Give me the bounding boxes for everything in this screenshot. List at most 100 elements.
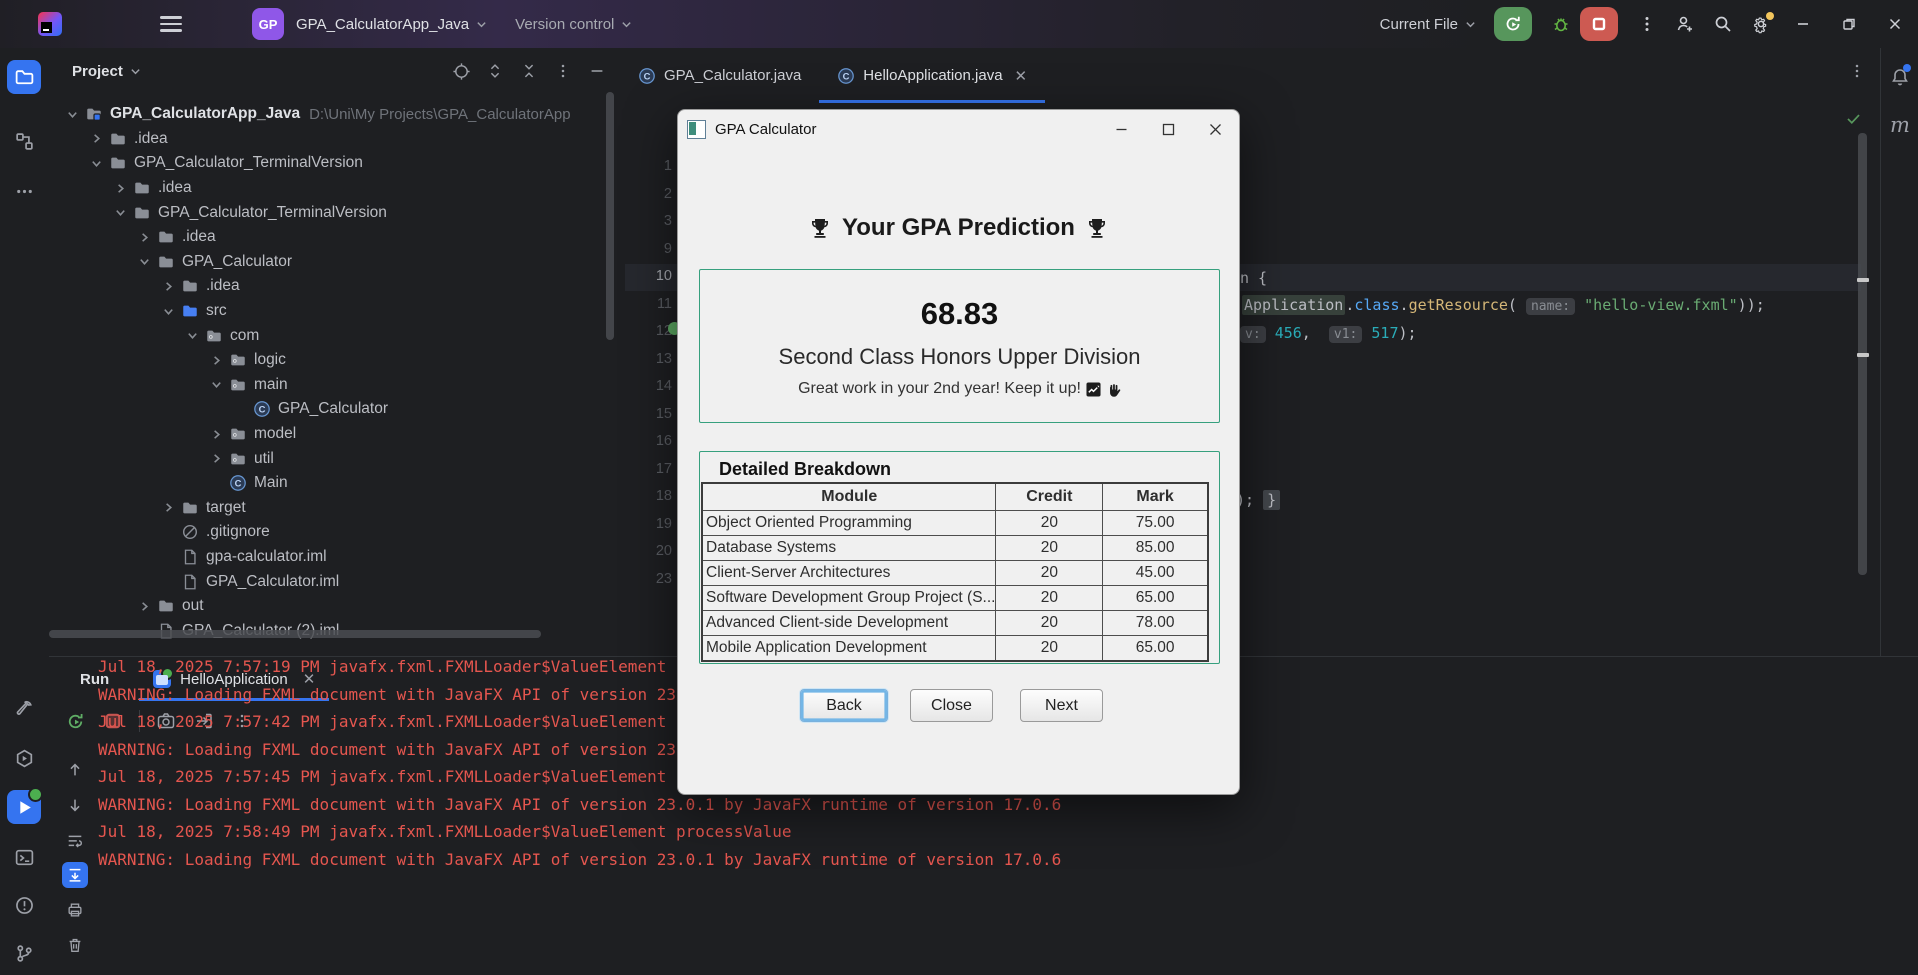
- tree-item-gpa-calculator-iml[interactable]: gpa-calculator.iml: [49, 545, 620, 570]
- tree-item-gpa-calculator[interactable]: GPA_Calculator: [49, 250, 620, 275]
- locate-file-button[interactable]: [450, 60, 472, 82]
- tree-item--idea[interactable]: .idea: [49, 225, 620, 250]
- window-close-button[interactable]: [1872, 0, 1918, 48]
- tree-item--gitignore[interactable]: .gitignore: [49, 520, 620, 545]
- table-row[interactable]: Client-Server Architectures 20 45.00: [701, 560, 1209, 586]
- chevron-down-icon[interactable]: [207, 376, 225, 394]
- clear-console-button[interactable]: [62, 932, 88, 958]
- dialog-minimize-button[interactable]: [1098, 110, 1145, 148]
- tree-item-com[interactable]: com: [49, 323, 620, 348]
- chevron-right-icon[interactable]: [207, 351, 225, 369]
- tree-item-gpa-calculator-terminalversion[interactable]: GPA_Calculator_TerminalVersion: [49, 151, 620, 176]
- chevron-right-icon[interactable]: [159, 277, 177, 295]
- window-restore-button[interactable]: [1826, 0, 1872, 48]
- build-tool-button[interactable]: [7, 691, 41, 725]
- tree-item-main[interactable]: C Main: [49, 471, 620, 496]
- table-row[interactable]: Object Oriented Programming 20 75.00: [701, 510, 1209, 536]
- tree-item-out[interactable]: out: [49, 594, 620, 619]
- tree-item-util[interactable]: util: [49, 446, 620, 471]
- modules-table[interactable]: Module Credit Mark Object Oriented Programm…: [701, 482, 1209, 662]
- dialog-close-button[interactable]: [1192, 110, 1239, 148]
- table-row[interactable]: Advanced Client-side Development 20 78.00: [701, 610, 1209, 636]
- next-occurrence-button[interactable]: [62, 792, 88, 818]
- code-with-me-button[interactable]: [1666, 7, 1704, 41]
- project-tool-button[interactable]: [7, 60, 41, 94]
- more-tool-windows-button[interactable]: [7, 174, 41, 208]
- project-vertical-scrollbar[interactable]: [606, 92, 614, 340]
- tree-item-src[interactable]: src: [49, 299, 620, 324]
- tree-item--idea[interactable]: .idea: [49, 176, 620, 201]
- chevron-down-icon[interactable]: [135, 253, 153, 271]
- file-icon: [180, 547, 199, 566]
- notifications-button[interactable]: [1881, 60, 1918, 94]
- close-icon[interactable]: ✕: [1015, 67, 1028, 85]
- hide-panel-button[interactable]: [586, 60, 608, 82]
- debug-button[interactable]: [1542, 7, 1580, 41]
- structure-tool-button[interactable]: [7, 124, 41, 158]
- print-button[interactable]: [62, 897, 88, 923]
- table-row[interactable]: Database Systems 20 85.00: [701, 535, 1209, 561]
- table-row[interactable]: Mobile Application Development 20 65.00: [701, 635, 1209, 662]
- chevron-right-icon[interactable]: [87, 130, 105, 148]
- maven-tool-button[interactable]: m: [1881, 108, 1918, 142]
- editor-tab-helloapplication-java[interactable]: C HelloApplication.java ✕: [819, 48, 1045, 103]
- run-tool-button[interactable]: [7, 787, 43, 824]
- close-button[interactable]: Close: [910, 689, 993, 722]
- search-everywhere-button[interactable]: [1704, 7, 1742, 41]
- next-button[interactable]: Next: [1020, 689, 1103, 722]
- dialog-maximize-button[interactable]: [1145, 110, 1192, 148]
- dialog-title-bar[interactable]: GPA Calculator: [678, 110, 1239, 148]
- scroll-to-end-button[interactable]: [62, 862, 88, 888]
- prev-occurrence-button[interactable]: [62, 757, 88, 783]
- chevron-down-icon[interactable]: [87, 154, 105, 172]
- tree-item-target[interactable]: target: [49, 496, 620, 521]
- inspections-ok-icon[interactable]: [1845, 110, 1862, 127]
- back-button[interactable]: Back: [800, 689, 888, 722]
- expand-all-button[interactable]: [484, 60, 506, 82]
- chevron-down-icon[interactable]: [111, 204, 129, 222]
- module-cell: Database Systems: [701, 535, 997, 561]
- editor-options-button[interactable]: [1848, 62, 1866, 80]
- soft-wrap-button[interactable]: [62, 827, 88, 853]
- more-actions-button[interactable]: [1628, 7, 1666, 41]
- editor-tab-bar: C GPA_Calculator.java C HelloApplication.ja…: [620, 48, 1045, 103]
- rerun-button[interactable]: [63, 709, 87, 733]
- editor-tab-gpa-calculator-java[interactable]: C GPA_Calculator.java: [620, 48, 819, 103]
- run-configuration-selector[interactable]: Current File: [1380, 16, 1476, 33]
- settings-button[interactable]: [1742, 7, 1780, 41]
- project-horizontal-scrollbar[interactable]: [49, 630, 541, 638]
- window-minimize-button[interactable]: [1780, 0, 1826, 48]
- chevron-right-icon[interactable]: [135, 228, 153, 246]
- tree-item-gpa-calculator-iml[interactable]: GPA_Calculator.iml: [49, 569, 620, 594]
- main-menu-button[interactable]: [160, 16, 182, 32]
- tree-item--idea[interactable]: .idea: [49, 274, 620, 299]
- chevron-right-icon[interactable]: [135, 597, 153, 615]
- tree-item-gpa-calculator-terminalversion[interactable]: GPA_Calculator_TerminalVersion: [49, 200, 620, 225]
- problems-tool-button[interactable]: [7, 888, 41, 922]
- tree-item-main[interactable]: main: [49, 373, 620, 398]
- rerun-button[interactable]: [1494, 7, 1532, 41]
- chevron-down-icon[interactable]: [159, 302, 177, 320]
- chevron-down-icon[interactable]: [63, 105, 81, 123]
- chevron-right-icon[interactable]: [207, 450, 225, 468]
- chevron-down-icon[interactable]: [183, 327, 201, 345]
- chevron-right-icon[interactable]: [207, 425, 225, 443]
- table-row[interactable]: Software Development Group Project (S...…: [701, 585, 1209, 611]
- panel-options-button[interactable]: [552, 60, 574, 82]
- project-selector[interactable]: GPA_CalculatorApp_Java: [296, 16, 487, 33]
- collapse-all-button[interactable]: [518, 60, 540, 82]
- tree-item--idea[interactable]: .idea: [49, 127, 620, 152]
- tree-item-logic[interactable]: logic: [49, 348, 620, 373]
- tree-item-gpa-calculator[interactable]: C GPA_Calculator: [49, 397, 620, 422]
- chevron-right-icon[interactable]: [159, 499, 177, 517]
- stop-button[interactable]: [1580, 7, 1618, 41]
- services-tool-button[interactable]: [7, 741, 41, 775]
- tree-item-model[interactable]: model: [49, 422, 620, 447]
- tree-item-gpa-calculatorapp-java[interactable]: GPA_CalculatorApp_Java D:\Uni\My Projects…: [49, 102, 620, 127]
- git-tool-button[interactable]: [7, 936, 41, 970]
- version-control-widget[interactable]: Version control: [515, 16, 632, 33]
- terminal-tool-button[interactable]: [7, 840, 41, 874]
- chevron-right-icon[interactable]: [111, 179, 129, 197]
- project-view-selector[interactable]: Project: [72, 63, 141, 80]
